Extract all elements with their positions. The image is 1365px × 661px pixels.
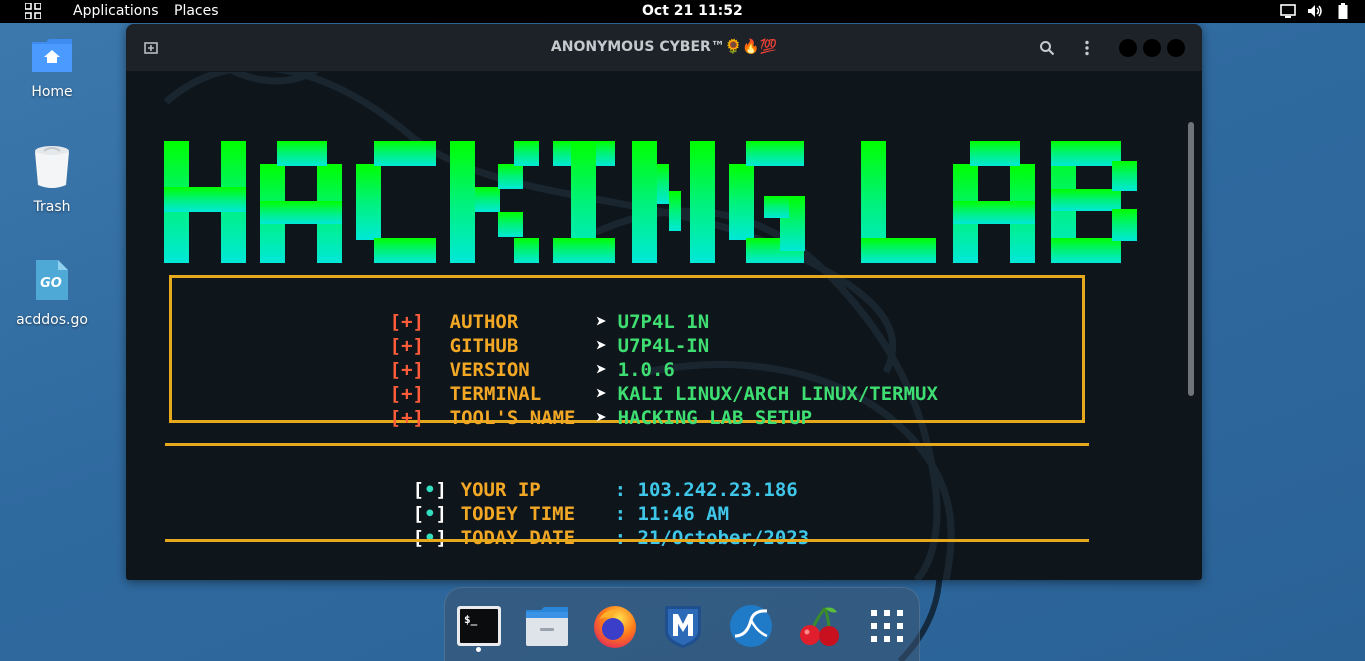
home-folder-icon (32, 39, 72, 72)
kebab-menu-icon[interactable] (1079, 40, 1095, 56)
terminal-window[interactable]: ANONYMOUS CYBER™🌻🔥💯 [+] AUTHOR ➤ U7P4L 1… (126, 24, 1202, 580)
screen-icon[interactable] (1280, 3, 1296, 19)
go-file-icon: GO (36, 260, 68, 300)
sys-row-time: [•] TODEY TIME: 11:46 AM (344, 481, 729, 525)
terminal-header-bar[interactable]: ANONYMOUS CYBER™🌻🔥💯 (126, 24, 1202, 72)
running-indicator (476, 647, 481, 652)
info-prefix: [+] (389, 407, 424, 429)
desktop-icon-label: acddos.go (16, 312, 88, 328)
banner-letters (164, 141, 1137, 263)
terminal-icon[interactable]: $_ (455, 602, 503, 650)
desktop-icon-home[interactable]: Home (7, 38, 97, 100)
info-row-tool-name: [+] TOOL'S NAME ➤ HACKING LAB SETUP (321, 385, 812, 429)
show-apps-icon[interactable] (863, 602, 911, 650)
maximize-button[interactable] (1143, 39, 1161, 57)
info-row-github: [+] GITHUB ➤ U7P4L-IN (321, 313, 710, 357)
bracket-open: [ (412, 527, 425, 549)
firefox-icon[interactable] (591, 602, 639, 650)
divider-top (165, 443, 1089, 446)
search-icon[interactable] (1039, 40, 1055, 56)
desktop-icon-label: Home (31, 84, 73, 100)
volume-icon[interactable] (1307, 3, 1323, 19)
wireshark-icon[interactable] (727, 602, 775, 650)
desktop-icon-trash[interactable]: Trash (7, 145, 97, 215)
divider-bottom (165, 539, 1089, 542)
top-bar: Applications Places Oct 21 11:52 (0, 0, 1365, 23)
battery-icon[interactable] (1335, 3, 1351, 19)
info-value: HACKING LAB SETUP (617, 407, 813, 429)
arrow-icon: ➤ (595, 407, 608, 429)
terminal-scrollbar[interactable] (1188, 122, 1194, 396)
files-icon[interactable] (523, 602, 571, 650)
trash-icon (35, 146, 69, 188)
bullet-icon: • (424, 527, 436, 549)
bracket-close: ] (435, 527, 447, 549)
sys-row-date: [•] TODAY DATE: 21/October/2023 (344, 505, 810, 549)
info-row-author: [+] AUTHOR ➤ U7P4L 1N (321, 289, 710, 333)
activities-grid-icon[interactable] (25, 3, 41, 19)
terminal-body[interactable]: [+] AUTHOR ➤ U7P4L 1N [+] GITHUB ➤ U7P4L-IN [+… (126, 72, 1202, 580)
places-menu[interactable]: Places (174, 3, 219, 19)
applications-menu[interactable]: Applications (73, 3, 159, 19)
hacking-lab-banner (164, 141, 1137, 263)
desktop-icon-label: Trash (33, 199, 71, 215)
info-row-version: [+] VERSION ➤ 1.0.6 (321, 337, 675, 381)
close-button[interactable] (1167, 39, 1185, 57)
sys-row-ip: [•] YOUR IP: 103.242.23.186 (344, 457, 798, 501)
dock: $_ (444, 587, 920, 661)
svg-text:GO: GO (40, 276, 62, 291)
sys-key: TODAY DATE (460, 527, 576, 549)
info-row-terminal: [+] TERMINAL ➤ KALI LINUX/ARCH LINUX/TERMUX (321, 361, 938, 405)
info-key: TOOL'S NAME (449, 407, 576, 429)
minimize-button[interactable] (1119, 39, 1137, 57)
cherrytree-icon[interactable] (795, 602, 843, 650)
desktop-icon-acddos-go[interactable]: GO acddos.go (7, 258, 97, 328)
clock[interactable]: Oct 21 11:52 (642, 3, 743, 19)
metasploit-icon[interactable] (659, 602, 707, 650)
sys-separator: : (614, 527, 627, 549)
svg-text:$_: $_ (464, 613, 478, 626)
sys-value: 21/October/2023 (637, 527, 810, 549)
